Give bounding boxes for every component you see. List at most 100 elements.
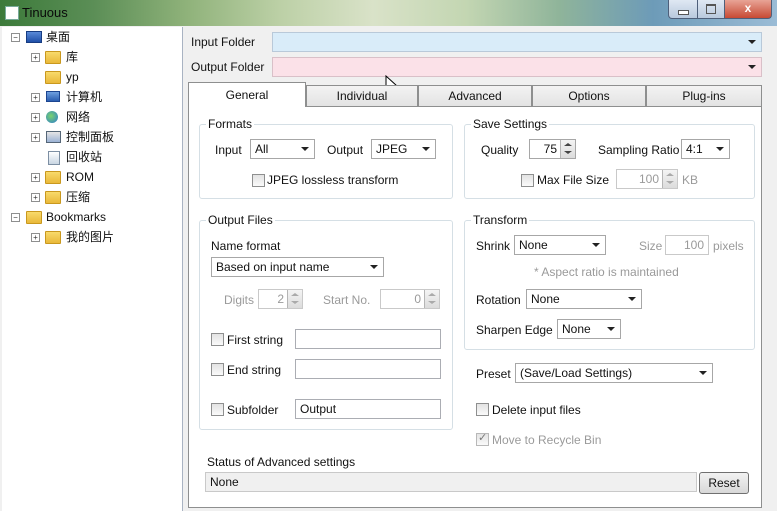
tree-item-label: ROM (66, 170, 94, 184)
size-label: Size (639, 239, 663, 253)
desktop-icon (26, 31, 42, 43)
tree-item-label: 回收站 (66, 150, 103, 164)
status-field: None (205, 472, 697, 492)
delete-input-label: Delete input files (492, 403, 581, 417)
close-icon: x (744, 1, 752, 15)
end-string-input[interactable] (295, 359, 441, 379)
expand-icon[interactable]: + (31, 193, 40, 202)
expand-icon[interactable]: + (31, 133, 40, 142)
tree-item-label: 网络 (66, 110, 91, 124)
tab-general[interactable]: General (188, 82, 306, 107)
expand-icon[interactable]: + (31, 113, 40, 122)
end-string-label: End string (227, 363, 282, 377)
expand-icon[interactable]: + (31, 53, 40, 62)
preset-select[interactable]: (Save/Load Settings) (515, 363, 713, 383)
formats-group-title: Formats (206, 117, 255, 131)
recycle-bin-icon (48, 151, 60, 165)
output-files-group-title: Output Files (206, 213, 275, 227)
delete-input-checkbox[interactable] (476, 403, 489, 416)
expand-icon[interactable]: + (31, 93, 40, 102)
minimize-icon (678, 10, 689, 15)
chevron-down-icon (301, 147, 309, 151)
status-label: Status of Advanced settings (207, 455, 356, 469)
folder-icon (45, 231, 61, 244)
first-string-label: First string (227, 333, 284, 347)
folder-icon (45, 71, 61, 84)
computer-icon (46, 91, 60, 102)
folder-icon (45, 171, 61, 184)
transform-group-title: Transform (471, 213, 530, 227)
subfolder-input[interactable]: Output (295, 399, 441, 419)
move-recycle-checkbox[interactable] (476, 431, 489, 446)
expand-icon[interactable]: + (31, 233, 40, 242)
tree-item-label: 桌面 (46, 30, 71, 44)
collapse-icon[interactable]: − (11, 213, 20, 222)
output-folder-label: Output Folder (191, 60, 265, 74)
start-no-label: Start No. (323, 293, 371, 307)
folder-icon (26, 211, 42, 224)
shrink-select[interactable]: None (514, 235, 606, 255)
jpeg-lossless-label: JPEG lossless transform (267, 173, 399, 187)
digits-label: Digits (224, 293, 255, 307)
output-folder-combo[interactable] (272, 57, 762, 77)
name-format-label: Name format (211, 239, 281, 253)
input-format-select[interactable]: All (250, 139, 315, 159)
tree-item-label: 压缩 (66, 190, 91, 204)
digits-stepper[interactable]: 2 (258, 289, 303, 309)
name-format-select[interactable]: Based on input name (211, 257, 384, 277)
save-settings-group-title: Save Settings (471, 117, 550, 131)
tree-item-label: yp (66, 70, 79, 84)
tree-item-label: 控制面板 (66, 130, 115, 144)
aspect-ratio-note: * Aspect ratio is maintained (534, 265, 679, 279)
chevron-down-icon (607, 327, 615, 331)
tab-plug-ins[interactable]: Plug-ins (646, 85, 762, 106)
first-string-checkbox[interactable] (211, 333, 224, 346)
start-no-stepper[interactable]: 0 (380, 289, 440, 309)
quality-stepper[interactable]: 75 (529, 139, 576, 159)
rotation-select[interactable]: None (526, 289, 642, 309)
close-button[interactable]: x (724, 0, 772, 19)
end-string-checkbox[interactable] (211, 363, 224, 376)
chevron-down-icon (370, 265, 378, 269)
jpeg-lossless-checkbox[interactable] (252, 174, 265, 187)
size-input[interactable]: 100 (665, 235, 709, 255)
preset-label: Preset (476, 367, 511, 381)
tree-item-label: 我的图片 (66, 230, 115, 244)
reset-button[interactable]: Reset (699, 472, 749, 494)
sharpen-edge-select[interactable]: None (557, 319, 621, 339)
tab-options[interactable]: Options (532, 85, 646, 106)
chevron-down-icon (748, 40, 756, 44)
quality-label: Quality (481, 143, 519, 157)
folder-icon (45, 51, 61, 64)
network-icon (46, 111, 58, 123)
output-format-select[interactable]: JPEG (371, 139, 436, 159)
subfolder-label: Subfolder (227, 403, 279, 417)
window-title: Tinuous (22, 5, 68, 20)
chevron-down-icon (716, 147, 724, 151)
input-format-label: Input (215, 143, 242, 157)
max-file-size-checkbox[interactable] (521, 174, 534, 187)
formats-group (199, 124, 453, 199)
minimize-button[interactable] (668, 0, 698, 19)
shrink-label: Shrink (476, 239, 511, 253)
folder-icon (45, 191, 61, 204)
output-format-label: Output (327, 143, 364, 157)
collapse-icon[interactable]: − (11, 33, 20, 42)
control-panel-icon (46, 131, 61, 143)
sampling-ratio-select[interactable]: 4:1 (681, 139, 730, 159)
input-folder-combo[interactable] (272, 32, 762, 52)
move-recycle-label: Move to Recycle Bin (492, 433, 602, 447)
tree-item-label: Bookmarks (46, 210, 107, 224)
max-file-size-label: Max File Size (537, 173, 610, 187)
chevron-down-icon (628, 297, 636, 301)
folder-tree[interactable]: − 桌面 + 库 yp + 计算机 + 网络 + 控制面板 回收站 + ROM … (2, 27, 183, 511)
tree-item-label: 计算机 (66, 90, 103, 104)
expand-icon[interactable]: + (31, 173, 40, 182)
tab-advanced[interactable]: Advanced (418, 85, 532, 106)
maximize-button[interactable] (697, 0, 725, 19)
tab-individual[interactable]: Individual (306, 85, 418, 106)
subfolder-checkbox[interactable] (211, 403, 224, 416)
rotation-label: Rotation (476, 293, 521, 307)
first-string-input[interactable] (295, 329, 441, 349)
max-file-size-stepper[interactable]: 100 (616, 169, 678, 189)
